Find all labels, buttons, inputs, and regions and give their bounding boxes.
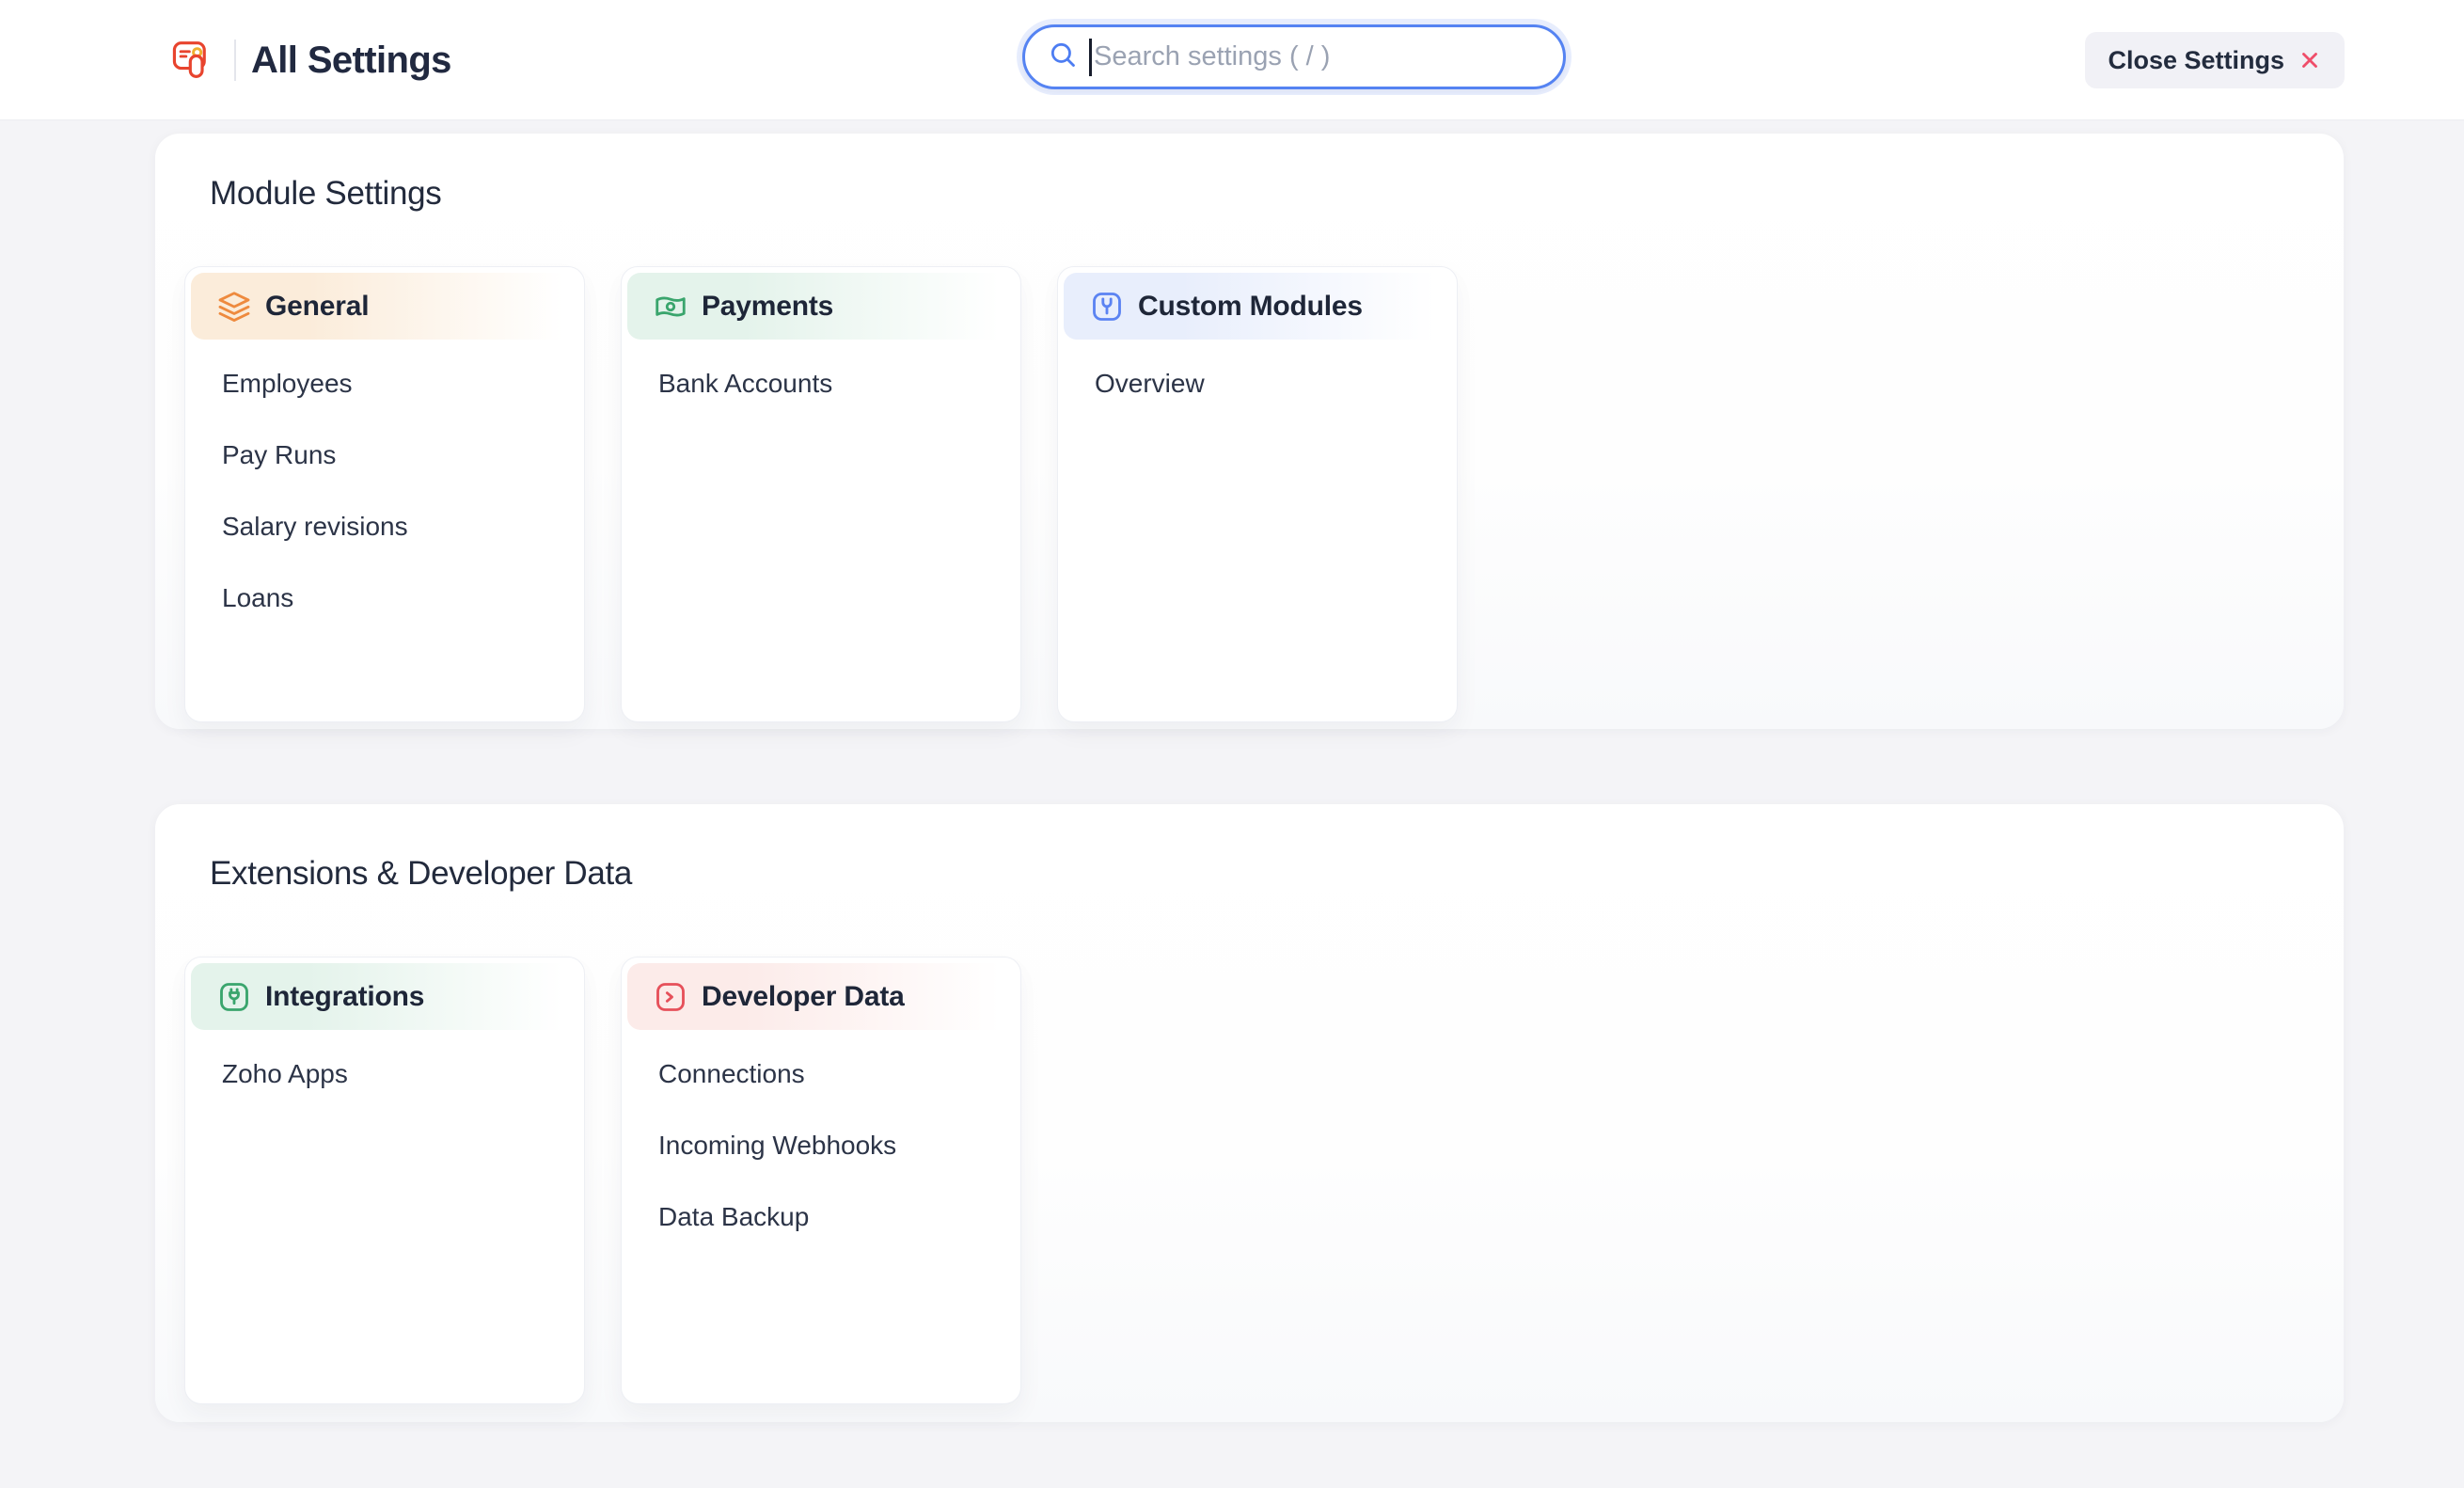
top-bar: All Settings Close Settings: [0, 0, 2464, 120]
settings-link[interactable]: Bank Accounts: [622, 348, 1020, 419]
section-title: Extensions & Developer Data: [210, 855, 632, 893]
settings-link[interactable]: Salary revisions: [185, 491, 584, 562]
close-settings-label: Close Settings: [2108, 46, 2284, 75]
settings-card: Payments Bank Accounts: [621, 266, 1021, 722]
page-title: All Settings: [251, 40, 451, 82]
settings-link[interactable]: Employees: [185, 348, 584, 419]
brand: All Settings: [172, 0, 451, 120]
section-title: Module Settings: [210, 175, 441, 213]
card-header: General: [191, 273, 578, 340]
payroll-logo-icon: [172, 40, 213, 80]
card-title: Integrations: [265, 981, 424, 1013]
settings-link[interactable]: Overview: [1058, 348, 1457, 419]
card-header: Integrations: [191, 963, 578, 1030]
close-x-icon: [2298, 48, 2322, 72]
card-row: Integrations Zoho Apps Developer Data Co…: [184, 957, 1021, 1404]
card-title: Developer Data: [702, 981, 905, 1013]
banknote-icon: [654, 290, 687, 324]
settings-card: Integrations Zoho Apps: [184, 957, 585, 1404]
settings-card: Developer Data ConnectionsIncoming Webho…: [621, 957, 1021, 1404]
settings-link[interactable]: Zoho Apps: [185, 1038, 584, 1110]
brand-divider: [234, 40, 236, 81]
card-row: General EmployeesPay RunsSalary revision…: [184, 266, 1458, 722]
card-header: Custom Modules: [1064, 273, 1451, 340]
card-title: General: [265, 291, 369, 323]
settings-link[interactable]: Loans: [185, 562, 584, 634]
terminal-icon: [654, 980, 687, 1014]
search-icon: [1048, 40, 1078, 74]
wrench-icon: [1090, 290, 1124, 324]
card-header: Developer Data: [627, 963, 1015, 1030]
card-items: ConnectionsIncoming WebhooksData Backup: [622, 1038, 1020, 1253]
close-settings-button[interactable]: Close Settings: [2085, 32, 2345, 88]
settings-link[interactable]: Incoming Webhooks: [622, 1110, 1020, 1181]
card-items: Overview: [1058, 348, 1457, 419]
card-title: Payments: [702, 291, 833, 323]
settings-link[interactable]: Data Backup: [622, 1181, 1020, 1253]
search-box[interactable]: [1022, 24, 1566, 89]
settings-link[interactable]: Pay Runs: [185, 419, 584, 491]
search-input[interactable]: [1092, 41, 1554, 72]
card-items: Zoho Apps: [185, 1038, 584, 1110]
card-title: Custom Modules: [1138, 291, 1363, 323]
section-module-settings: Module Settings General EmployeesPay Run…: [155, 134, 2344, 729]
settings-card: Custom Modules Overview: [1057, 266, 1458, 722]
card-items: Bank Accounts: [622, 348, 1020, 419]
card-header: Payments: [627, 273, 1015, 340]
settings-link[interactable]: Connections: [622, 1038, 1020, 1110]
section-extensions-developer-data: Extensions & Developer Data Integrations…: [155, 804, 2344, 1422]
card-items: EmployeesPay RunsSalary revisionsLoans: [185, 348, 584, 634]
layers-icon: [217, 290, 251, 324]
plug-icon: [217, 980, 251, 1014]
settings-card: General EmployeesPay RunsSalary revision…: [184, 266, 585, 722]
